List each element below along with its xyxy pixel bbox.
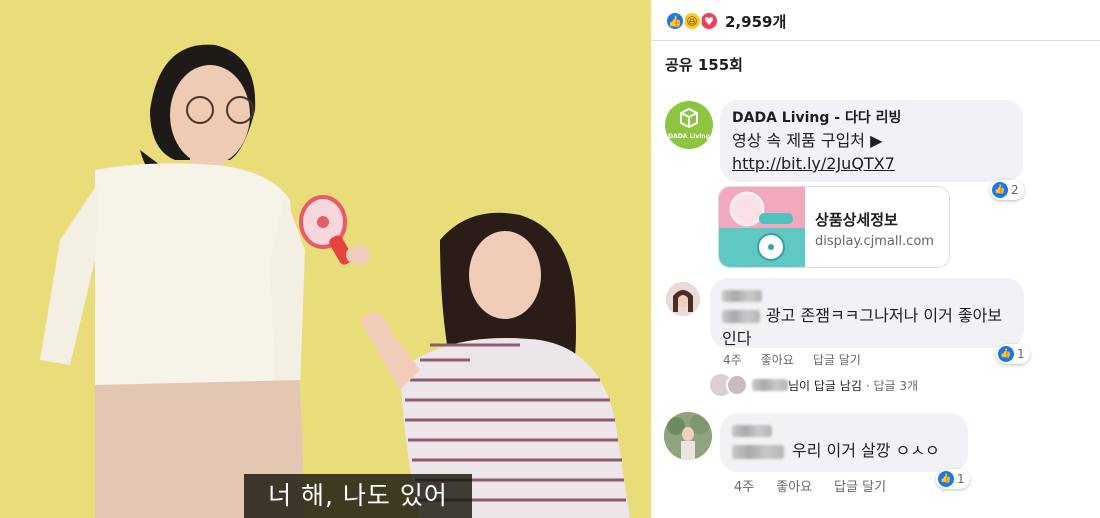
love-icon: ♥ — [699, 11, 719, 31]
view-replies-link[interactable]: 님이 답글 남김 · 답글 3개 — [710, 373, 918, 397]
redacted-name — [732, 424, 772, 437]
like-button[interactable]: 좋아요 — [776, 476, 812, 495]
comment-like-count[interactable]: 👍 2 — [990, 180, 1024, 200]
comment-bubble: DADA Living - 다다 리빙 영상 속 제품 구입처 ▶ http:/… — [720, 100, 1023, 182]
link-preview-card[interactable]: 상품상세정보 display.cjmall.com — [718, 186, 950, 268]
reply-button[interactable]: 답글 달기 — [813, 351, 861, 368]
product-thumbnail — [719, 187, 805, 267]
redacted-name — [722, 289, 762, 302]
comment-text: 광고 존잼ㅋㅋ그나저나 이거 좋아보인다 — [722, 304, 1012, 350]
product-link[interactable]: http://bit.ly/2JuQTX7 — [732, 154, 895, 173]
preview-title: 상품상세정보 — [815, 211, 898, 229]
replies-count: · 답글 3개 — [865, 378, 919, 393]
video-frame[interactable]: 너 해, 나도 있어 — [0, 0, 651, 518]
replies-summary: 님이 답글 남김 — [788, 378, 862, 393]
preview-domain: display.cjmall.com — [815, 234, 934, 249]
like-icon: 👍 — [998, 346, 1014, 362]
comment-text: 우리 이거 살깡 ㅇㅅㅇ — [732, 439, 956, 462]
like-icon: 👍 — [665, 11, 685, 31]
avatar[interactable] — [666, 282, 700, 316]
avatar — [726, 374, 748, 396]
comment-bubble: 광고 존잼ㅋㅋ그나저나 이거 좋아보인다 — [710, 278, 1024, 348]
divider — [651, 40, 1100, 41]
comment-author[interactable]: DADA Living - 다다 리빙 — [732, 107, 1011, 127]
reply-button[interactable]: 답글 달기 — [834, 476, 886, 495]
like-count: 1 — [1017, 347, 1025, 361]
comment-like-count[interactable]: 👍 1 — [996, 344, 1030, 364]
comment-author[interactable] — [732, 420, 956, 439]
redacted-name — [722, 310, 760, 323]
like-count: 1 — [957, 472, 965, 486]
comment-actions: 4주 좋아요 답글 달기 — [723, 351, 861, 368]
comment-text: 영상 속 제품 구입처 ▶ http://bit.ly/2JuQTX7 — [732, 129, 1011, 175]
avatar[interactable] — [664, 412, 712, 460]
user-photo-icon — [664, 412, 712, 460]
comment-time[interactable]: 4주 — [723, 351, 742, 368]
like-icon: 👍 — [992, 182, 1008, 198]
redacted-name — [732, 444, 784, 459]
comment-bubble: 우리 이거 살깡 ㅇㅅㅇ — [720, 413, 968, 472]
comment-text-body: 우리 이거 살깡 ㅇㅅㅇ — [792, 441, 940, 460]
like-count: 2 — [1011, 183, 1019, 197]
avatar-text: DADA Living — [668, 133, 710, 140]
comment-like-count[interactable]: 👍 1 — [936, 469, 970, 489]
video-subtitle: 너 해, 나도 있어 — [244, 474, 472, 518]
reaction-count: 2,959개 — [725, 12, 787, 31]
comment-text-body: 영상 속 제품 구입처 ▶ — [732, 131, 883, 150]
user-photo-icon — [666, 282, 700, 316]
comment-text-body: 광고 존잼ㅋㅋ그나저나 이거 좋아보인다 — [722, 306, 1003, 348]
comment-time[interactable]: 4주 — [734, 476, 754, 495]
like-icon: 👍 — [938, 471, 954, 487]
comment-author[interactable] — [722, 285, 1012, 304]
haha-icon: 😆 — [682, 11, 702, 31]
reaction-summary[interactable]: 👍 😆 ♥ 2,959개 — [665, 9, 786, 33]
share-count[interactable]: 공유 155회 — [665, 54, 743, 75]
redacted-name — [752, 379, 788, 391]
dada-logo-icon: DADA Living — [668, 107, 710, 140]
video-scene-image — [0, 0, 651, 518]
like-button[interactable]: 좋아요 — [761, 351, 794, 368]
comment-actions: 4주 좋아요 답글 달기 — [734, 476, 886, 495]
page-avatar[interactable]: DADA Living — [665, 101, 713, 149]
